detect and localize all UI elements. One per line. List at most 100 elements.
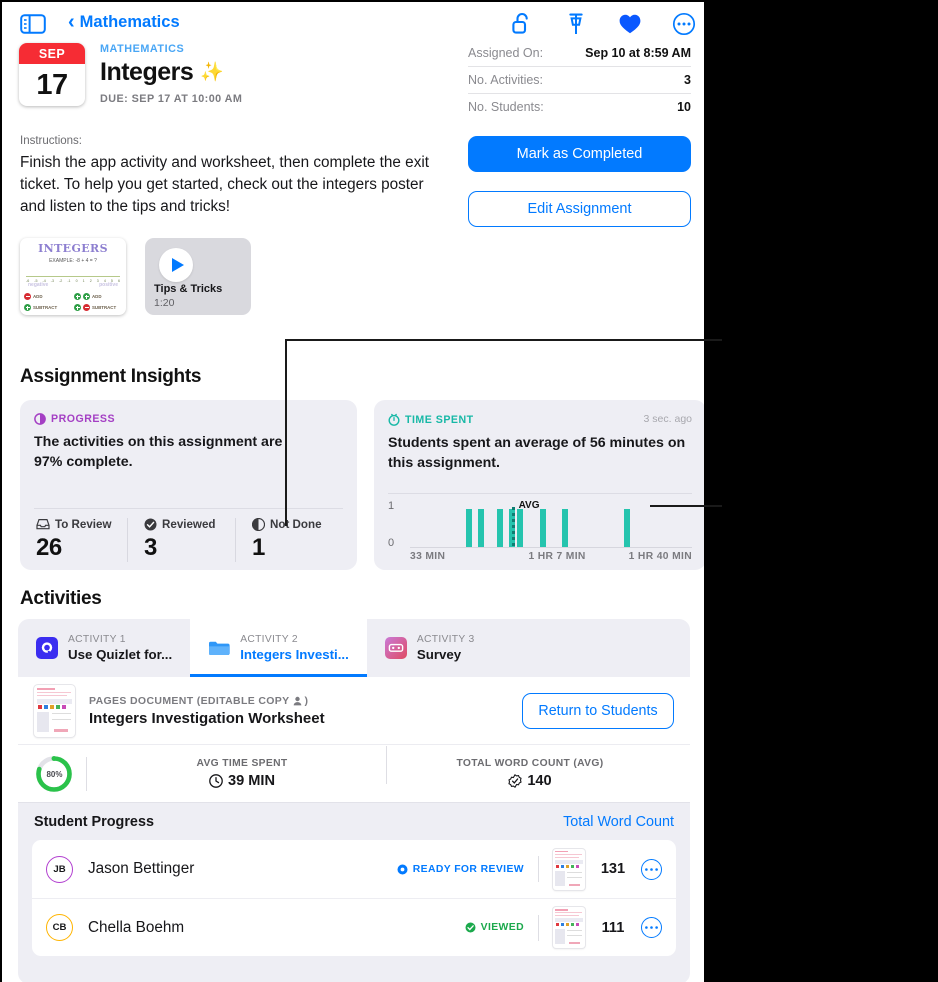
histogram-plot-area: AVG (410, 500, 692, 548)
poster-rule-op: SUBTRACT (92, 305, 117, 310)
student-name: Jason Bettinger (88, 860, 195, 877)
student-name: Chella Boehm (88, 918, 185, 936)
table-row[interactable]: JB Jason Bettinger READY FOR REVIEW 131 (32, 840, 676, 898)
return-to-students-button[interactable]: Return to Students (522, 692, 674, 729)
meta-row: No. Students: 10 (468, 94, 691, 120)
plus-chip-icon (74, 293, 81, 300)
document-kicker: PAGES DOCUMENT (EDITABLE COPY ) (89, 695, 522, 707)
tips-and-tricks-video-card[interactable]: Tips & Tricks 1:20 (145, 238, 251, 315)
poster-rule-row: SUBTRACT SUBTRACT (24, 302, 122, 313)
assignment-header: MATHEMATICS Integers ✨ DUE: SEP 17 AT 10… (100, 43, 450, 105)
more-circle-icon[interactable] (641, 917, 662, 938)
x-axis-tick: 1 HR 40 MIN (628, 551, 692, 562)
due-date-label: DUE: SEP 17 AT 10:00 AM (100, 93, 243, 105)
avatar: CB (46, 914, 73, 941)
submission-preview-lines (553, 849, 585, 890)
minus-chip-icon (24, 293, 31, 300)
metric-avg-time-spent: AVG TIME SPENT 39 MIN (98, 758, 386, 789)
activities-panel: ACTIVITY 1 Use Quizlet for... ACTIVITY 2… (18, 619, 690, 982)
back-to-mathematics-button[interactable]: ‹ Mathematics (68, 10, 180, 33)
stopwatch-icon (388, 413, 400, 426)
plus-chip-icon (74, 304, 81, 311)
metric-value-wrap: 140 (386, 773, 674, 789)
unlock-icon[interactable] (508, 10, 536, 38)
poster-rule-op: ADD (92, 294, 102, 299)
ready-icon (397, 864, 408, 874)
callout-leader-vertical (285, 339, 287, 526)
divider (538, 856, 539, 882)
metric-value-wrap: 39 MIN (98, 773, 386, 789)
meta-key: No. Activities: (468, 73, 544, 87)
time-spent-kicker-label: TIME SPENT (405, 413, 474, 426)
poster-rule-row: ADD ADD (24, 291, 122, 302)
metric-label: AVG TIME SPENT (196, 758, 288, 769)
screenshot-root: ‹ Mathematics SEP 17 MATHEMATICS Integer… (0, 0, 938, 982)
pin-icon[interactable] (562, 10, 590, 38)
submission-thumbnail[interactable] (553, 907, 585, 948)
assignment-meta-table: Assigned On: Sep 10 at 8:59 AM No. Activ… (468, 40, 691, 120)
video-title: Tips & Tricks (154, 283, 223, 295)
progress-insight-card[interactable]: PROGRESS The activities on this assignme… (20, 400, 357, 570)
avatar: JB (46, 855, 73, 883)
stat-value: 1 (252, 534, 265, 561)
activity-tabs: ACTIVITY 1 Use Quizlet for... ACTIVITY 2… (18, 619, 690, 677)
time-spent-headline: Students spent an average of 56 minutes … (388, 435, 686, 471)
edit-assignment-button[interactable]: Edit Assignment (468, 191, 691, 227)
due-date-calendar-chip: SEP 17 (19, 43, 85, 106)
divider (538, 914, 539, 941)
total-word-count-sort-link[interactable]: Total Word Count (563, 814, 674, 830)
meta-key: No. Students: (468, 100, 544, 114)
integers-poster-thumbnail[interactable]: INTEGERS EXAMPLE: -8 + 4 = ? -6 -5 -4 -3 -2-… (20, 238, 126, 315)
back-label: Mathematics (79, 13, 180, 31)
document-meta: PAGES DOCUMENT (EDITABLE COPY ) Integers… (89, 695, 522, 727)
histogram-bar (624, 509, 631, 547)
calendar-day: 17 (36, 68, 68, 101)
document-kicker-close: ) (304, 694, 309, 707)
submission-thumbnail[interactable] (553, 848, 585, 890)
minus-chip-icon (83, 304, 90, 311)
stat-value: 3 (144, 534, 157, 561)
quizlet-app-icon (36, 637, 58, 659)
subject-kicker: MATHEMATICS (100, 43, 185, 55)
word-count-value: 111 (601, 919, 625, 936)
last-updated-label: 3 sec. ago (643, 413, 692, 425)
plus-chip-icon (24, 304, 31, 311)
play-icon[interactable] (159, 248, 193, 282)
attachment-list: INTEGERS EXAMPLE: -8 + 4 = ? -6 -5 -4 -3 -2-… (20, 238, 251, 315)
tab-activity-1[interactable]: ACTIVITY 1 Use Quizlet for... (18, 619, 190, 677)
stat-to-review: To Review 26 (34, 518, 127, 562)
survey-app-icon (384, 637, 407, 659)
mark-as-completed-button[interactable]: Mark as Completed (468, 136, 691, 172)
calendar-month: SEP (19, 43, 85, 64)
more-circle-icon[interactable] (670, 10, 698, 38)
student-progress-title: Student Progress (34, 813, 154, 830)
activity-document-row: PAGES DOCUMENT (EDITABLE COPY ) Integers… (18, 677, 690, 744)
progress-headline: The activities on this assignment are 97… (34, 434, 283, 470)
chevron-left-icon: ‹ (68, 10, 75, 33)
time-spent-insight-card[interactable]: TIME SPENT 3 sec. ago Students spent an … (374, 400, 704, 570)
toolbar-icon-group (508, 10, 698, 38)
more-circle-icon[interactable] (641, 858, 662, 880)
completion-ring: 80% (34, 754, 74, 794)
histogram-bar (539, 509, 546, 547)
tab-activity-2[interactable]: ACTIVITY 2 Integers Investi... (190, 619, 367, 677)
sidebar-toggle-icon[interactable] (20, 13, 46, 35)
poster-rule-rows: ADD ADD SUBTRACT SUBTRACT (24, 291, 122, 313)
person-icon (293, 696, 301, 705)
stat-label: To Review (55, 518, 112, 531)
histogram-bar (497, 509, 504, 547)
stat-value: 26 (36, 534, 62, 561)
callout-leader-horizontal-bottom (650, 505, 722, 507)
document-thumbnail[interactable] (34, 684, 75, 737)
table-row[interactable]: CB Chella Boehm VIEWED 111 (32, 898, 676, 956)
sparkles-icon: ✨ (200, 62, 224, 83)
x-axis-tick: 33 MIN (410, 551, 446, 562)
heart-icon[interactable] (616, 10, 644, 38)
document-preview-lines (34, 685, 75, 737)
student-progress-list: JB Jason Bettinger READY FOR REVIEW 131 … (32, 840, 676, 956)
folder-icon (208, 637, 230, 659)
tab-activity-3[interactable]: ACTIVITY 3 Survey (367, 619, 495, 677)
svg-text:80%: 80% (46, 770, 62, 779)
time-spent-histogram[interactable]: 1 0 AVG 33 MIN 1 HR 7 MIN 1 HR 40 MIN (388, 500, 692, 564)
tab-name: Integers Investi... (240, 647, 349, 662)
